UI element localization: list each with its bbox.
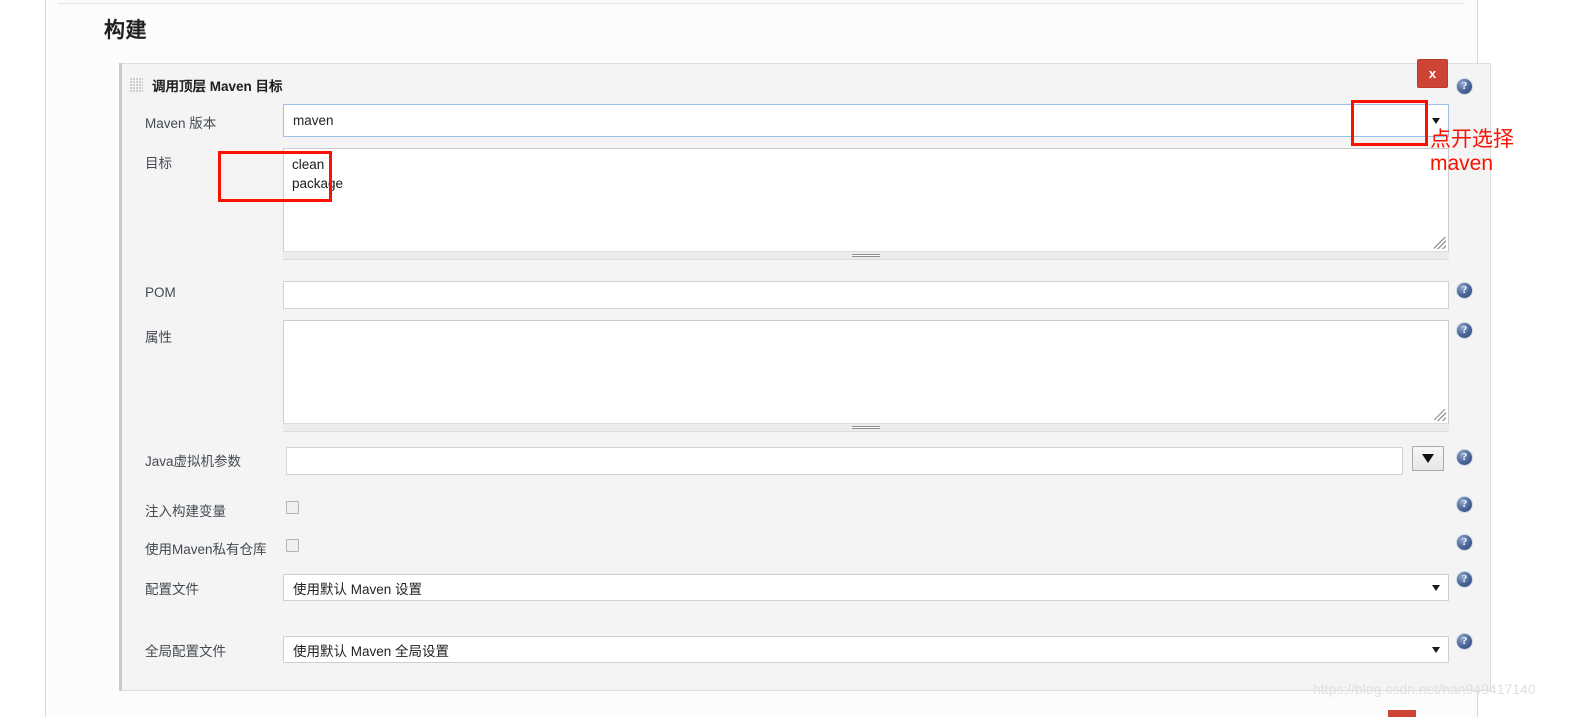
maven-version-select[interactable]: maven (283, 104, 1449, 137)
help-icon-properties[interactable]: ? (1456, 322, 1473, 339)
label-use-private-repo: 使用Maven私有仓库 (145, 542, 267, 557)
resize-corner-icon[interactable] (1434, 409, 1446, 421)
settings-file-select[interactable]: 使用默认 Maven 设置 (283, 574, 1449, 601)
bottom-partial-button[interactable] (1388, 710, 1416, 717)
label-global-settings-file: 全局配置文件 (145, 644, 226, 659)
label-inject-build-vars: 注入构建变量 (145, 504, 226, 519)
help-icon-maven-version[interactable]: ? (1456, 78, 1473, 95)
inject-build-vars-checkbox[interactable] (286, 501, 299, 514)
chevron-down-icon (1432, 584, 1440, 591)
label-maven-version: Maven 版本 (145, 116, 217, 131)
label-settings-file: 配置文件 (145, 582, 199, 597)
global-settings-file-select[interactable]: 使用默认 Maven 全局设置 (283, 636, 1449, 663)
jvm-options-dropdown-button[interactable] (1412, 446, 1444, 471)
watermark-text: https://blog.csdn.net/han949417140 (1313, 681, 1536, 697)
jvm-options-input[interactable] (286, 447, 1403, 475)
help-icon-inject-build-vars[interactable]: ? (1456, 496, 1473, 513)
page-title: 构建 (104, 19, 147, 42)
maven-version-value: maven (293, 113, 334, 128)
builder-title-label: 调用顶层 Maven 目标 (152, 79, 283, 94)
annotation-box-goals (218, 151, 332, 202)
screenshot-root: 构建 调用顶层 Maven 目标 Maven 版本 maven ? 目标 cle… (0, 0, 1587, 717)
label-jvm-options: Java虚拟机参数 (145, 454, 242, 469)
help-icon-pom[interactable]: ? (1456, 282, 1473, 299)
resize-corner-icon[interactable] (1434, 237, 1446, 249)
goals-textarea-value: clean package (292, 157, 344, 191)
top-divider (58, 3, 1465, 4)
help-icon-jvm-options[interactable]: ? (1456, 449, 1473, 466)
help-icon-use-private-repo[interactable]: ? (1456, 534, 1473, 551)
annotation-note-line1: 点开选择 (1430, 128, 1514, 151)
help-icon-settings-file[interactable]: ? (1456, 571, 1473, 588)
help-icon-global-settings-file[interactable]: ? (1456, 633, 1473, 650)
pom-input[interactable] (283, 281, 1449, 309)
use-private-repo-checkbox[interactable] (286, 539, 299, 552)
label-goals: 目标 (145, 156, 172, 171)
chevron-down-icon (1432, 646, 1440, 653)
builder-header: 调用顶层 Maven 目标 (130, 75, 283, 95)
builder-accent-bar (119, 63, 122, 691)
goals-resize-bar[interactable] (283, 251, 1449, 260)
annotation-box-dropdown (1351, 100, 1428, 146)
global-settings-file-value: 使用默认 Maven 全局设置 (293, 643, 450, 659)
label-properties: 属性 (145, 330, 172, 345)
settings-file-value: 使用默认 Maven 设置 (293, 581, 423, 597)
annotation-note-line2: maven (1430, 152, 1494, 175)
label-pom: POM (145, 285, 176, 300)
config-page-body: 构建 调用顶层 Maven 目标 Maven 版本 maven ? 目标 cle… (46, 0, 1491, 717)
properties-resize-bar[interactable] (283, 423, 1449, 432)
delete-builder-button[interactable]: x (1417, 59, 1448, 88)
drag-handle-icon[interactable] (130, 77, 143, 93)
properties-textarea[interactable] (283, 320, 1449, 424)
triangle-down-icon (1422, 454, 1434, 463)
config-page-column: 构建 调用顶层 Maven 目标 Maven 版本 maven ? 目标 cle… (45, 0, 1491, 717)
goals-textarea[interactable]: clean package (283, 148, 1449, 252)
